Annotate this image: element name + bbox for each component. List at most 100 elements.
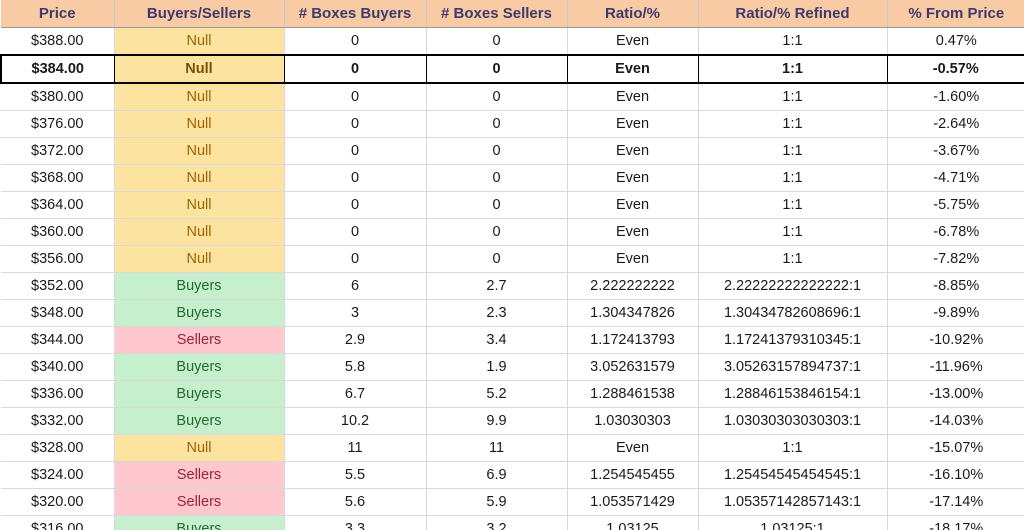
cell-ratio[interactable]: Even [567,245,699,273]
cell-ratio-refined[interactable]: 1:1 [698,83,888,111]
cell-boxes-buyers[interactable]: 0 [284,83,427,111]
cell-boxes-sellers[interactable]: 0 [426,137,568,165]
cell-buyers-sellers[interactable]: Null [114,191,285,219]
cell-boxes-sellers[interactable]: 1.9 [426,353,568,381]
cell-boxes-sellers[interactable]: 2.7 [426,272,568,300]
table-row[interactable]: $336.00 Buyers 6.7 5.2 1.288461538 1.28846153… [1,380,1024,408]
cell-ratio-refined[interactable]: 1:1 [698,54,888,84]
cell-ratio-refined[interactable]: 1:1 [698,218,888,246]
cell-buyers-sellers[interactable]: Buyers [114,299,285,327]
cell-pct-from-price[interactable]: -13.00% [887,380,1024,408]
cell-buyers-sellers[interactable]: Null [114,164,285,192]
cell-boxes-buyers[interactable]: 6 [284,272,427,300]
table-row[interactable]: $324.00 Sellers 5.5 6.9 1.254545455 1.2545454… [1,461,1024,489]
table-row[interactable]: $344.00 Sellers 2.9 3.4 1.172413793 1.1724137… [1,326,1024,354]
cell-ratio-refined[interactable]: 1.17241379310345:1 [698,326,888,354]
cell-buyers-sellers[interactable]: Null [114,110,285,138]
cell-ratio-refined[interactable]: 1:1 [698,191,888,219]
cell-price[interactable]: $384.00 [0,54,115,84]
cell-ratio[interactable]: 1.304347826 [567,299,699,327]
cell-buyers-sellers[interactable]: Null [114,137,285,165]
cell-ratio[interactable]: Even [567,110,699,138]
cell-boxes-buyers[interactable]: 3.3 [284,515,427,530]
cell-price[interactable]: $316.00 [1,515,115,530]
cell-ratio-refined[interactable]: 1:1 [698,27,888,56]
cell-pct-from-price[interactable]: -18.17% [887,515,1024,530]
cell-ratio-refined[interactable]: 1:1 [698,110,888,138]
table-row[interactable]: $372.00 Null 0 0 Even 1:1 -3.67% [1,137,1024,165]
cell-pct-from-price[interactable]: -7.82% [887,245,1024,273]
cell-boxes-buyers[interactable]: 0 [284,137,427,165]
cell-buyers-sellers[interactable]: Null [114,27,285,56]
cell-boxes-buyers[interactable]: 11 [284,434,427,462]
cell-ratio[interactable]: 2.222222222 [567,272,699,300]
cell-buyers-sellers[interactable]: Null [114,218,285,246]
table-row[interactable]: $368.00 Null 0 0 Even 1:1 -4.71% [1,164,1024,192]
cell-ratio-refined[interactable]: 1.28846153846154:1 [698,380,888,408]
cell-boxes-buyers[interactable]: 0 [284,218,427,246]
cell-price[interactable]: $356.00 [1,245,115,273]
cell-boxes-buyers[interactable]: 5.8 [284,353,427,381]
cell-buyers-sellers[interactable]: Buyers [114,380,285,408]
cell-boxes-sellers[interactable]: 0 [426,191,568,219]
table-row[interactable]: $340.00 Buyers 5.8 1.9 3.052631579 3.05263157… [1,353,1024,381]
cell-ratio-refined[interactable]: 3.05263157894737:1 [698,353,888,381]
table-row[interactable]: $352.00 Buyers 6 2.7 2.222222222 2.2222222222… [1,272,1024,300]
cell-boxes-sellers[interactable]: 3.4 [426,326,568,354]
cell-boxes-sellers[interactable]: 0 [426,27,568,56]
cell-price[interactable]: $372.00 [1,137,115,165]
cell-price[interactable]: $388.00 [1,27,115,56]
cell-boxes-sellers[interactable]: 9.9 [426,407,568,435]
cell-pct-from-price[interactable]: -1.60% [887,83,1024,111]
cell-pct-from-price[interactable]: -9.89% [887,299,1024,327]
cell-boxes-buyers[interactable]: 0 [284,245,427,273]
table-row[interactable]: $356.00 Null 0 0 Even 1:1 -7.82% [1,245,1024,273]
cell-price[interactable]: $360.00 [1,218,115,246]
cell-pct-from-price[interactable]: -3.67% [887,137,1024,165]
cell-boxes-sellers[interactable]: 2.3 [426,299,568,327]
cell-ratio[interactable]: Even [567,164,699,192]
cell-price[interactable]: $376.00 [1,110,115,138]
cell-boxes-buyers[interactable]: 0 [284,191,427,219]
cell-ratio[interactable]: Even [567,191,699,219]
cell-boxes-buyers[interactable]: 6.7 [284,380,427,408]
cell-price[interactable]: $368.00 [1,164,115,192]
cell-boxes-buyers[interactable]: 0 [284,110,427,138]
table-row[interactable]: $388.00 Null 0 0 Even 1:1 0.47% [1,27,1024,56]
cell-pct-from-price[interactable]: -4.71% [887,164,1024,192]
cell-pct-from-price[interactable]: -16.10% [887,461,1024,489]
cell-ratio[interactable]: Even [567,218,699,246]
cell-ratio-refined[interactable]: 1.03125:1 [698,515,888,530]
cell-ratio[interactable]: 1.03125 [567,515,699,530]
cell-ratio[interactable]: 1.172413793 [567,326,699,354]
cell-ratio[interactable]: Even [567,54,699,84]
cell-buyers-sellers[interactable]: Null [114,434,285,462]
table-row[interactable]: $384.00 Null 0 0 Even 1:1 -0.57% [0,54,1024,84]
cell-ratio[interactable]: Even [567,83,699,111]
cell-price[interactable]: $348.00 [1,299,115,327]
cell-pct-from-price[interactable]: -14.03% [887,407,1024,435]
cell-price[interactable]: $364.00 [1,191,115,219]
cell-boxes-buyers[interactable]: 5.6 [284,488,427,516]
cell-price[interactable]: $340.00 [1,353,115,381]
table-row[interactable]: $348.00 Buyers 3 2.3 1.304347826 1.3043478260… [1,299,1024,327]
cell-ratio-refined[interactable]: 1:1 [698,245,888,273]
cell-price[interactable]: $328.00 [1,434,115,462]
cell-price[interactable]: $336.00 [1,380,115,408]
cell-buyers-sellers[interactable]: Null [114,54,285,84]
column-header-ratio-refined[interactable]: Ratio/% Refined [698,0,888,28]
cell-ratio-refined[interactable]: 1:1 [698,164,888,192]
column-header-boxes-buyers[interactable]: # Boxes Buyers [284,0,427,28]
cell-price[interactable]: $320.00 [1,488,115,516]
cell-ratio-refined[interactable]: 1.30434782608696:1 [698,299,888,327]
cell-boxes-buyers[interactable]: 5.5 [284,461,427,489]
column-header-pct-from-price[interactable]: % From Price [887,0,1024,28]
cell-buyers-sellers[interactable]: Null [114,83,285,111]
cell-pct-from-price[interactable]: -0.57% [887,54,1024,84]
column-header-price[interactable]: Price [1,0,115,28]
cell-price[interactable]: $380.00 [1,83,115,111]
table-row[interactable]: $316.00 Buyers 3.3 3.2 1.03125 1.03125:1 -18.1… [1,515,1024,530]
cell-boxes-buyers[interactable]: 0 [284,27,427,56]
table-row[interactable]: $320.00 Sellers 5.6 5.9 1.053571429 1.0535714… [1,488,1024,516]
cell-ratio-refined[interactable]: 1:1 [698,434,888,462]
